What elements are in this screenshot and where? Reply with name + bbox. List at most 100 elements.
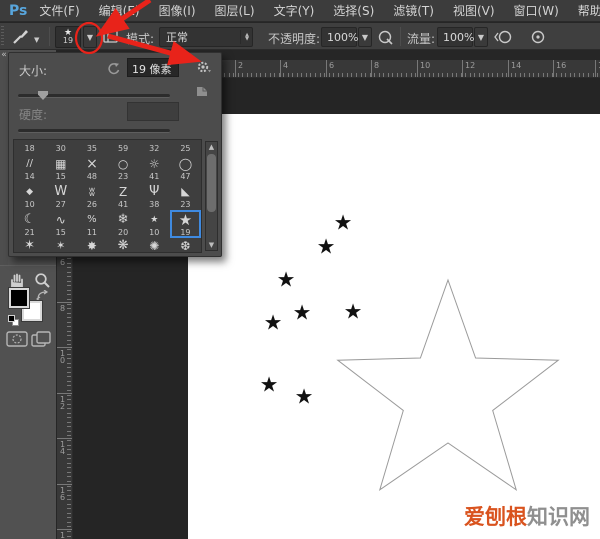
tablet-pressure-size-icon[interactable] [530, 29, 547, 45]
flow-field[interactable]: 100% [437, 27, 473, 47]
toggle-brush-panel-icon[interactable] [103, 30, 118, 43]
hardness-label: 硬度: [19, 106, 47, 123]
ruler-label: 8 [374, 62, 379, 69]
size-input[interactable]: 19 像素 [127, 58, 179, 77]
brush-preset-cell[interactable]: ◆10 [14, 182, 45, 210]
brush-preset-cell[interactable]: 59 [108, 140, 139, 154]
brush-preset-cell[interactable]: Z41 [108, 182, 139, 210]
brush-preset-cell[interactable]: ○23 [108, 154, 139, 182]
menu-item[interactable]: 文字(Y) [274, 2, 315, 19]
brush-preset-cell[interactable]: ∿15 [45, 210, 76, 238]
brush-preset-cell[interactable]: ▦15 [45, 154, 76, 182]
reset-size-icon[interactable] [107, 62, 121, 75]
brush-grid-scrollbar[interactable]: ▲ ▼ [205, 141, 218, 251]
menu-item[interactable]: 图像(I) [159, 2, 196, 19]
menu-item[interactable]: 滤镜(T) [393, 2, 434, 19]
brush-size-label: 48 [87, 172, 97, 182]
brush-thumbnail-icon: ✸ [87, 238, 97, 253]
brush-preset-cell[interactable]: ★10 [139, 210, 170, 238]
brush-preset-cell[interactable]: 35 [76, 140, 107, 154]
brush-preset-cell[interactable]: W27 [45, 182, 76, 210]
default-colors-icon[interactable] [8, 315, 15, 322]
menu-item[interactable]: 视图(V) [453, 2, 495, 19]
brush-preset-cell[interactable]: ✶ [45, 238, 76, 253]
star-stamp: ★ [264, 313, 283, 334]
select-arrows-icon: ▲▼ [240, 30, 249, 44]
menu-item[interactable]: 帮助(H) [578, 2, 600, 19]
chevron-down-icon: ▼ [87, 33, 93, 42]
brush-preset-cell[interactable]: ×48 [76, 154, 107, 182]
ruler-label: 1 4 [60, 441, 65, 455]
brush-preset-cell[interactable]: ❆ [170, 238, 201, 253]
size-slider[interactable] [18, 94, 170, 98]
opacity-dropdown-button[interactable]: ▼ [358, 27, 372, 47]
brush-preset-cell[interactable]: //14 [14, 154, 45, 182]
new-brush-icon[interactable] [195, 83, 209, 97]
menu-item[interactable]: 编辑(E) [99, 2, 140, 19]
flow-value: 100% [443, 31, 474, 44]
brush-preset-cell[interactable]: 32 [139, 140, 170, 154]
brush-thumbnail-icon: ★ [150, 212, 158, 228]
ruler-label: 10 [420, 62, 430, 69]
brush-preset-cell[interactable]: ☾21 [14, 210, 45, 238]
menu-item[interactable]: 图层(L) [215, 2, 255, 19]
brush-preset-cell[interactable]: ✺ [139, 238, 170, 253]
quick-mask-icon[interactable] [6, 331, 28, 347]
options-bar-grip[interactable] [1, 26, 4, 46]
brush-preset-cell[interactable]: %11 [76, 210, 107, 238]
brush-size-label: 15 [56, 172, 66, 182]
dock-collapse-strip[interactable]: « [0, 50, 8, 265]
brush-preset-cell[interactable]: 30 [45, 140, 76, 154]
brush-tool-icon[interactable] [12, 28, 30, 45]
scroll-down-icon[interactable]: ▼ [209, 240, 214, 250]
flow-label: 流量: [407, 30, 435, 47]
brush-preset-cell[interactable]: ❄20 [108, 210, 139, 238]
brush-preset-cell[interactable]: ʬ26 [76, 182, 107, 210]
brush-preset-cell[interactable]: 25 [170, 140, 201, 154]
brush-preset-panel: 大小: 19 像素 硬度: [8, 52, 222, 257]
scroll-up-icon[interactable]: ▲ [209, 142, 214, 152]
zoom-tool-icon[interactable] [34, 272, 51, 289]
size-slider-thumb[interactable] [38, 91, 48, 100]
brush-thumbnail-icon: % [87, 212, 97, 228]
mode-value: 正常 [166, 29, 188, 45]
ruler-label: 14 [511, 62, 521, 69]
foreground-color-swatch[interactable] [9, 288, 29, 308]
brush-preset-cell[interactable]: Ψ38 [139, 182, 170, 210]
ruler-label: 1 0 [60, 350, 65, 364]
screen-mode-icon[interactable] [31, 331, 51, 348]
menu-item[interactable]: 窗口(W) [514, 2, 559, 19]
flow-dropdown-button[interactable]: ▼ [474, 27, 488, 47]
star-stamp: ★ [317, 237, 336, 258]
brush-picker-dropdown-button[interactable]: ▼ [83, 26, 97, 48]
brush-size-label: 41 [149, 172, 159, 182]
brush-preview-button[interactable]: ★ 19 [55, 26, 81, 48]
brush-preset-cell[interactable]: ☼41 [139, 154, 170, 182]
brush-preset-cell[interactable]: ✸ [76, 238, 107, 253]
mode-select[interactable]: 正常 ▲▼ [159, 27, 253, 47]
ruler-label: 1 6 [60, 487, 65, 501]
brush-thumbnail-icon: ʬ [89, 184, 95, 200]
brush-preset-cell[interactable]: ❋ [108, 238, 139, 253]
airbrush-icon[interactable] [494, 29, 513, 45]
canvas[interactable]: ★★★★★★★★ 爱刨根知识网 [188, 114, 600, 539]
brush-thumbnail-icon: ✶ [24, 238, 35, 253]
brush-preset-cell[interactable]: ◣23 [170, 182, 201, 210]
brush-preset-cell[interactable]: 18 [14, 140, 45, 154]
brush-preset-cell[interactable]: ✶ [14, 238, 45, 253]
ruler-label: 4 [283, 62, 288, 69]
brush-size-label: 27 [56, 200, 66, 210]
brush-thumbnail-icon: ✺ [149, 238, 159, 253]
options-bar: ▼ ★ 19 ▼ 模式: 正常 ▲▼ 不透明度: 100% ▼ [0, 23, 600, 50]
brush-thumbnail-icon: Z [119, 184, 127, 200]
menu-item[interactable]: 选择(S) [333, 2, 374, 19]
tool-preset-arrow-icon[interactable]: ▼ [34, 36, 39, 44]
gear-icon[interactable] [196, 60, 211, 74]
brush-preset-cell[interactable]: ◯47 [170, 154, 201, 182]
brush-preset-cell[interactable]: ★19 [170, 210, 201, 238]
hand-tool-icon[interactable] [8, 272, 26, 289]
opacity-field[interactable]: 100% [321, 27, 357, 47]
tablet-pressure-opacity-icon[interactable] [377, 29, 394, 45]
scrollbar-thumb[interactable] [207, 154, 216, 212]
menu-item[interactable]: 文件(F) [39, 2, 79, 19]
